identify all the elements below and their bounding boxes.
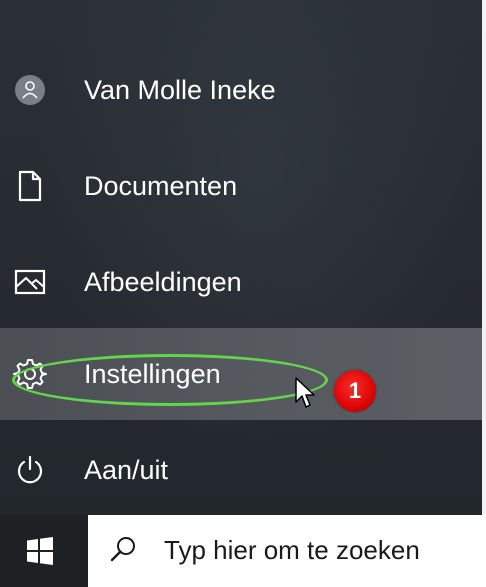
document-icon — [12, 168, 48, 204]
pictures-label: Afbeeldingen — [84, 266, 242, 297]
settings-label: Instellingen — [84, 358, 221, 389]
start-menu: Van Molle Ineke Documenten Afbeeldingen … — [0, 0, 486, 515]
user-name-label: Van Molle Ineke — [84, 74, 276, 105]
user-avatar-icon — [12, 72, 48, 108]
start-menu-item-power[interactable]: Aan/uit — [0, 424, 482, 516]
power-label: Aan/uit — [84, 454, 169, 485]
menu-edge — [482, 0, 486, 515]
start-menu-item-documents[interactable]: Documenten — [0, 140, 482, 232]
gear-icon — [12, 356, 48, 392]
taskbar-search-box[interactable]: Typ hier om te zoeken — [88, 515, 486, 587]
start-menu-item-user[interactable]: Van Molle Ineke — [0, 44, 482, 136]
search-icon — [108, 535, 138, 565]
search-placeholder: Typ hier om te zoeken — [164, 535, 420, 565]
pictures-icon — [12, 264, 48, 300]
start-menu-item-pictures[interactable]: Afbeeldingen — [0, 236, 482, 328]
step-badge: 1 — [334, 370, 376, 412]
start-menu-item-settings[interactable]: Instellingen — [0, 328, 482, 420]
screen: Van Molle Ineke Documenten Afbeeldingen … — [0, 0, 486, 587]
power-icon — [12, 452, 48, 488]
documents-label: Documenten — [84, 170, 238, 201]
windows-logo-icon — [27, 537, 53, 565]
start-button[interactable] — [0, 515, 80, 587]
mouse-cursor-icon — [294, 376, 316, 410]
taskbar: Typ hier om te zoeken — [0, 515, 486, 587]
